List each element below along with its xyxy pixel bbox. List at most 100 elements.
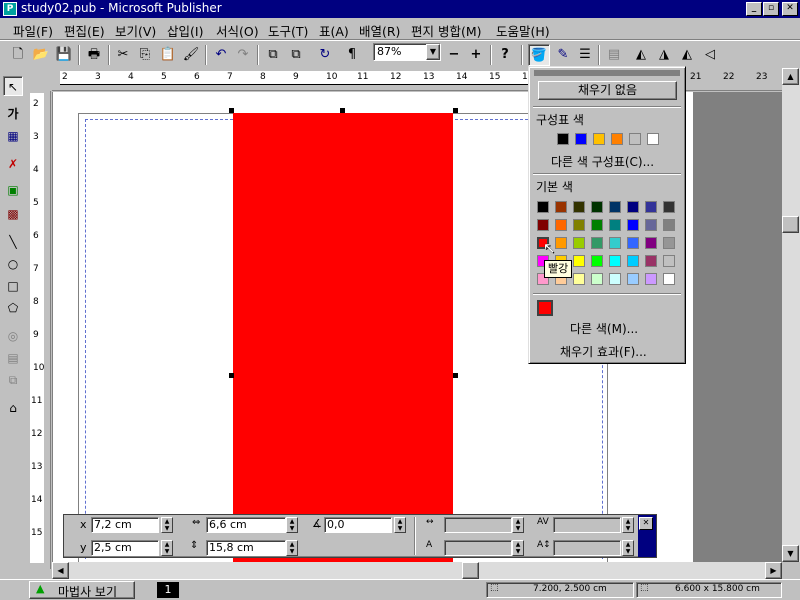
menu-table[interactable]: 표(A) — [319, 21, 349, 40]
more-colors-item[interactable]: 다른 색(M)... — [570, 320, 638, 337]
basic-color-swatch[interactable] — [627, 255, 639, 267]
y-position-input[interactable]: 2,5 cm — [91, 540, 159, 556]
scheme-swatch-blue[interactable] — [575, 133, 587, 145]
scroll-thumb[interactable] — [782, 216, 799, 233]
minimize-button[interactable]: _ — [746, 2, 762, 16]
redo-icon[interactable]: ↷ — [232, 44, 254, 66]
pointer-tool-icon[interactable]: ↖ — [3, 76, 23, 96]
flip-vertical-icon[interactable]: ◁ — [699, 44, 721, 66]
basic-color-swatch[interactable] — [645, 255, 657, 267]
copy-icon[interactable]: ⎘ — [134, 44, 156, 66]
flip-horizontal-icon[interactable]: ◭ — [676, 44, 698, 66]
tracking-input[interactable] — [444, 517, 512, 533]
pilcrow-icon[interactable]: ¶ — [341, 44, 363, 66]
table-frame-tool-icon[interactable]: ▦ — [3, 126, 23, 146]
scheme-swatch-silver[interactable] — [629, 133, 641, 145]
selection-handle[interactable] — [453, 373, 458, 378]
wizard-toggle-button[interactable]: ▲ 마법사 보기 — [29, 581, 135, 599]
basic-color-swatch[interactable] — [591, 219, 603, 231]
clipart-tool-icon[interactable]: ▩ — [3, 204, 23, 224]
close-icon[interactable]: ✕ — [639, 517, 653, 530]
selection-handle[interactable] — [453, 108, 458, 113]
basic-color-swatch[interactable] — [609, 201, 621, 213]
basic-color-swatch[interactable] — [663, 255, 675, 267]
basic-color-swatch[interactable] — [663, 237, 675, 249]
menu-help[interactable]: 도움말(H) — [496, 21, 550, 40]
scroll-right-icon[interactable]: ▶ — [765, 562, 782, 579]
other-scheme-colors-item[interactable]: 다른 색 구성표(C)... — [551, 153, 654, 170]
undo-icon[interactable]: ↶ — [210, 44, 232, 66]
save-icon[interactable]: 💾 — [53, 44, 75, 66]
picture-frame-tool-icon[interactable]: ▣ — [3, 180, 23, 200]
kerning-spinner[interactable]: ▲ ▼ — [622, 517, 634, 533]
width-input[interactable]: 6,6 cm — [206, 517, 286, 533]
basic-color-swatch[interactable] — [555, 201, 567, 213]
basic-color-swatch[interactable] — [591, 273, 603, 285]
rotate-left-icon[interactable]: ◭ — [630, 44, 652, 66]
basic-color-swatch[interactable] — [645, 201, 657, 213]
scheme-swatch-black[interactable] — [557, 133, 569, 145]
x-spinner[interactable]: ▲ ▼ — [161, 517, 173, 533]
basic-color-swatch[interactable] — [627, 237, 639, 249]
line-tool-icon[interactable]: ╲ — [3, 232, 23, 252]
kerning-input[interactable] — [553, 517, 621, 533]
oval-tool-icon[interactable]: ○ — [3, 254, 23, 274]
basic-color-swatch[interactable] — [609, 219, 621, 231]
close-button[interactable]: ✕ — [782, 2, 798, 16]
design-object-icon[interactable]: ⌂ — [3, 398, 23, 418]
basic-color-swatch[interactable] — [573, 255, 585, 267]
text-frame-tool-icon[interactable]: 가 — [3, 104, 23, 124]
form-control-tool-icon[interactable]: ◎ — [3, 326, 23, 346]
basic-color-swatch[interactable] — [663, 219, 675, 231]
rotate-right-icon[interactable]: ◮ — [653, 44, 675, 66]
zoom-in-icon[interactable]: + — [465, 44, 487, 66]
send-to-back-icon[interactable]: ⧉ — [285, 44, 307, 66]
rectangle-tool-icon[interactable]: □ — [3, 276, 23, 296]
selection-handle[interactable] — [340, 108, 345, 113]
basic-color-swatch[interactable] — [591, 201, 603, 213]
format-painter-icon[interactable]: 🖌 — [180, 44, 202, 66]
popup-drag-bar[interactable] — [534, 70, 680, 76]
basic-color-swatch[interactable] — [663, 273, 675, 285]
scroll-thumb[interactable] — [462, 562, 479, 579]
menu-view[interactable]: 보기(V) — [115, 21, 156, 40]
menu-arrange[interactable]: 배열(R) — [359, 21, 400, 40]
selection-handle[interactable] — [229, 373, 234, 378]
basic-color-swatch[interactable] — [645, 273, 657, 285]
basic-color-swatch[interactable] — [537, 201, 549, 213]
shadow-icon[interactable]: ▤ — [603, 44, 625, 66]
scroll-up-icon[interactable]: ▲ — [782, 68, 799, 85]
selection-handle[interactable] — [229, 108, 234, 113]
menu-format[interactable]: 서식(O) — [216, 21, 259, 40]
menu-edit[interactable]: 편집(E) — [64, 21, 105, 40]
page-navigator[interactable]: 1 — [157, 582, 179, 598]
basic-color-swatch[interactable] — [645, 219, 657, 231]
help-icon[interactable]: ? — [494, 44, 516, 66]
chevron-down-icon[interactable]: ▼ — [426, 44, 440, 60]
menu-insert[interactable]: 삽입(I) — [167, 21, 203, 40]
basic-color-swatch[interactable] — [609, 273, 621, 285]
new-icon[interactable]: 🗋 — [7, 44, 29, 66]
scheme-swatch-gold[interactable] — [593, 133, 605, 145]
no-fill-button[interactable]: 채우기 없음 — [538, 81, 677, 100]
basic-color-swatch[interactable] — [645, 237, 657, 249]
basic-color-swatch[interactable] — [591, 237, 603, 249]
rotation-input[interactable]: 0,0 — [324, 517, 392, 533]
basic-color-swatch[interactable] — [573, 273, 585, 285]
menu-tools[interactable]: 도구(T) — [268, 21, 308, 40]
scheme-swatch-orange[interactable] — [611, 133, 623, 145]
height-spinner[interactable]: ▲ ▼ — [286, 540, 298, 556]
scheme-swatch-white[interactable] — [647, 133, 659, 145]
line-style-icon[interactable]: ☰ — [574, 44, 596, 66]
bring-to-front-icon[interactable]: ⧉ — [262, 44, 284, 66]
recent-color-swatch[interactable] — [537, 300, 553, 316]
vertical-ruler[interactable]: 2 3 4 5 6 7 8 9 10 11 12 13 14 15 — [27, 91, 51, 569]
basic-color-swatch[interactable] — [537, 219, 549, 231]
rotation-spinner[interactable]: ▲ ▼ — [394, 517, 406, 533]
width-spinner[interactable]: ▲ ▼ — [286, 517, 298, 533]
red-rectangle[interactable] — [233, 113, 453, 563]
publisher-app-icon[interactable]: P — [3, 2, 17, 16]
basic-color-swatch[interactable] — [555, 237, 567, 249]
restore-button[interactable]: ▫ — [763, 2, 779, 16]
html-fragment-tool-icon[interactable]: ▤ — [3, 348, 23, 368]
